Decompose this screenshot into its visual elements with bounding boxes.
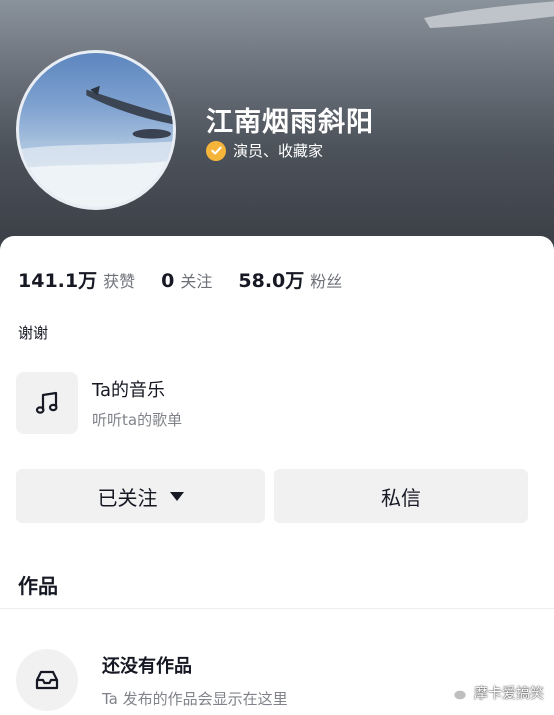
music-note-icon [16, 372, 78, 434]
music-entry[interactable]: Ta的音乐 听听ta的歌单 [16, 372, 182, 434]
profile-card: 141.1万 获赞 0 关注 58.0万 粉丝 谢谢 Ta的音乐 听听ta的歌单… [0, 236, 554, 715]
stat-value: 58.0万 [238, 270, 305, 292]
empty-state-text: 还没有作品 Ta 发布的作品会显示在这里 [102, 652, 288, 709]
caret-down-icon [169, 491, 184, 501]
empty-state-title: 还没有作品 [102, 655, 192, 677]
watermark-text: 摩卡爱搞笑 [474, 686, 544, 702]
music-title: Ta的音乐 [92, 380, 166, 401]
banner-wing-image [424, 1, 554, 28]
followed-button-label: 已关注 [97, 485, 158, 510]
inbox-icon [16, 649, 78, 711]
profile-bio: 谢谢 [18, 324, 49, 342]
stat-value: 141.1万 [18, 270, 98, 292]
avatar[interactable] [16, 50, 176, 210]
empty-state-subtitle: Ta 发布的作品会显示在这里 [102, 689, 288, 708]
music-text: Ta的音乐 听听ta的歌单 [92, 376, 182, 430]
verification-row: 演员、收藏家 [206, 140, 323, 161]
stat-label: 粉丝 [310, 272, 343, 291]
section-divider [0, 608, 554, 609]
stat-label: 获赞 [103, 272, 136, 291]
stat-label: 关注 [180, 272, 213, 291]
profile-page: 江南烟雨斜阳 演员、收藏家 141.1万 获赞 0 关注 58.0万 粉丝 谢谢 [0, 0, 554, 715]
stat-likes[interactable]: 141.1万 获赞 [18, 266, 135, 293]
wechat-icon [444, 684, 474, 702]
stat-following[interactable]: 0 关注 [161, 268, 212, 292]
works-empty-state: 还没有作品 Ta 发布的作品会显示在这里 [16, 649, 288, 711]
music-subtitle: 听听ta的歌单 [92, 411, 183, 429]
message-button[interactable]: 私信 [274, 469, 528, 523]
message-button-label: 私信 [381, 485, 421, 510]
watermark: 摩卡爱搞笑 [444, 683, 544, 703]
verification-text: 演员、收藏家 [233, 142, 324, 160]
followed-button[interactable]: 已关注 [16, 469, 265, 523]
stat-value: 0 [161, 270, 175, 292]
profile-banner: 江南烟雨斜阳 演员、收藏家 [0, 0, 554, 250]
profile-nickname: 江南烟雨斜阳 [206, 107, 374, 138]
stat-followers[interactable]: 58.0万 粉丝 [238, 266, 342, 293]
works-tab-title[interactable]: 作品 [18, 570, 58, 599]
stats-row: 141.1万 获赞 0 关注 58.0万 粉丝 [18, 266, 368, 293]
verified-badge-icon [206, 140, 226, 161]
